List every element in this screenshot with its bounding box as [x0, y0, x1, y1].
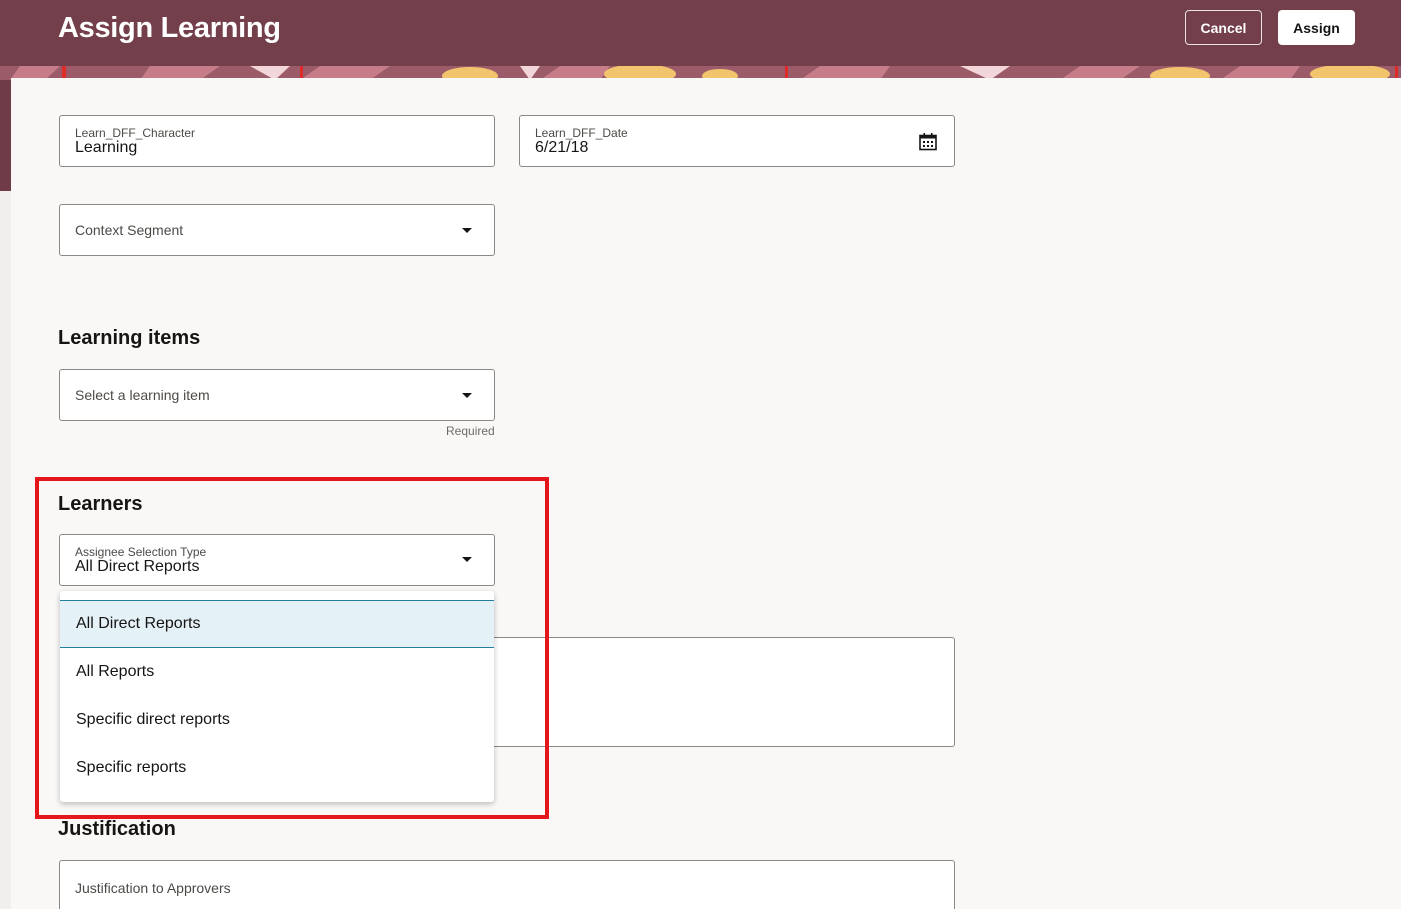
chevron-down-icon	[462, 393, 472, 398]
learner-details-field[interactable]	[494, 637, 955, 747]
character-field[interactable]: Learn_DFF_Character Learning	[59, 115, 495, 167]
date-field[interactable]: Learn_DFF_Date 6/21/18	[519, 115, 955, 167]
character-field-label: Learn_DFF_Character	[75, 126, 196, 140]
justification-heading: Justification	[58, 818, 176, 840]
context-segment-placeholder: Context Segment	[75, 222, 184, 238]
calendar-icon[interactable]	[918, 132, 938, 152]
learning-items-heading: Learning items	[58, 327, 201, 349]
character-field-value: Learning	[75, 139, 138, 156]
required-helper: Required	[446, 424, 495, 438]
assign-button[interactable]: Assign	[1278, 10, 1355, 45]
context-segment-select[interactable]: Context Segment	[59, 204, 495, 256]
learning-item-placeholder: Select a learning item	[75, 387, 210, 403]
date-field-label: Learn_DFF_Date	[535, 126, 628, 140]
justification-placeholder: Justification to Approvers	[75, 880, 231, 896]
learning-item-select[interactable]: Select a learning item	[59, 369, 495, 421]
highlight-annotation-box	[35, 477, 549, 819]
page-title: Assign Learning	[58, 12, 281, 44]
justification-field[interactable]: Justification to Approvers	[59, 860, 955, 909]
cancel-button[interactable]: Cancel	[1185, 10, 1262, 45]
page-header: Assign Learning Cancel Assign	[0, 0, 1401, 66]
date-field-value: 6/21/18	[535, 139, 589, 156]
left-margin	[0, 191, 11, 909]
chevron-down-icon	[462, 228, 472, 233]
